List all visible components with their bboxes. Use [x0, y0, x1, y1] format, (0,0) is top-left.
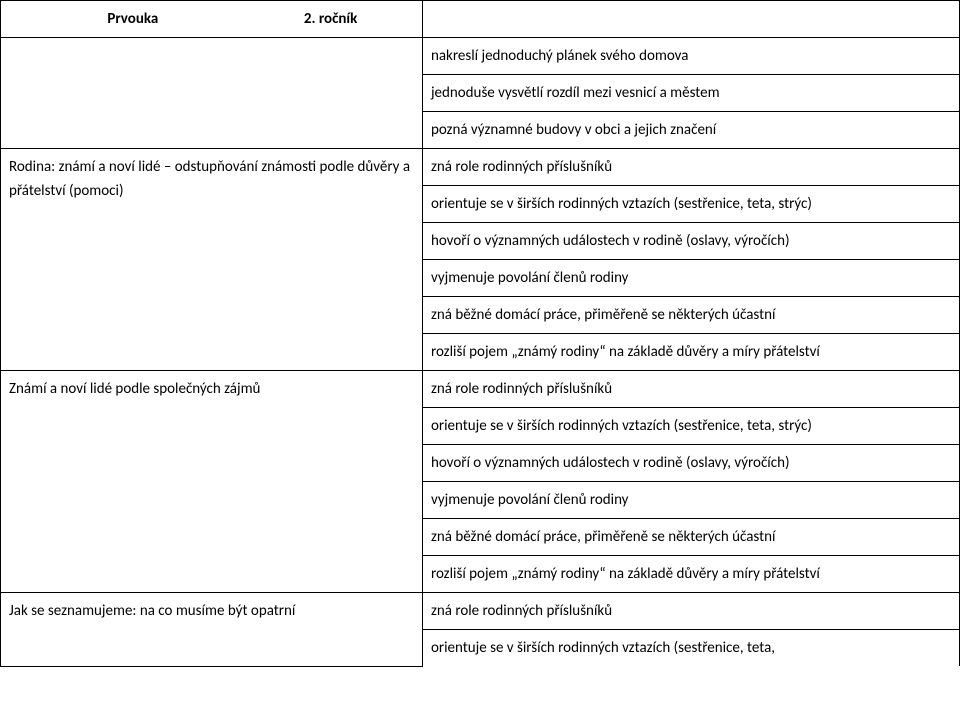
table-row: nakreslí jednoduchý plánek svého domova	[1, 38, 960, 75]
outcome-text: hovoří o významných událostech v rodině …	[431, 454, 790, 472]
outcome-text: vyjmenuje povolání členů rodiny	[431, 491, 629, 509]
outcome-text: orientuje se v širších rodinných vztazíc…	[431, 639, 775, 657]
outcome-text: pozná významné budovy v obci a jejich zn…	[431, 121, 716, 139]
right-cell: zná role rodinných příslušníků	[422, 371, 959, 408]
right-cell: vyjmenuje povolání členů rodiny	[422, 482, 959, 519]
header-row: Prvouka 2. ročník	[1, 1, 960, 38]
outcome-text: orientuje se v širších rodinných vztazíc…	[431, 417, 812, 435]
left-cell: Jak se seznamujeme: na co musíme být opa…	[1, 593, 423, 667]
right-cell: rozliší pojem „známý rodiny“ na základě …	[422, 334, 959, 371]
topic-text: Jak se seznamujeme: na co musíme být opa…	[9, 602, 295, 620]
outcome-text: hovoří o významných událostech v rodině …	[431, 232, 790, 250]
right-cell: rozliší pojem „známý rodiny“ na základě …	[422, 556, 959, 593]
header-left-cell: Prvouka 2. ročník	[1, 1, 423, 38]
outcome-text: vyjmenuje povolání členů rodiny	[431, 269, 629, 287]
right-cell: zná běžné domácí práce, přiměřeně se něk…	[422, 519, 959, 556]
table-row: Známí a noví lidé podle společných zájmů…	[1, 371, 960, 408]
left-cell: Rodina: známí a noví lidé – odstupňování…	[1, 149, 423, 371]
right-cell: zná běžné domácí práce, přiměřeně se něk…	[422, 297, 959, 334]
outcome-text: zná běžné domácí práce, přiměřeně se něk…	[431, 306, 776, 324]
left-cell: Známí a noví lidé podle společných zájmů	[1, 371, 423, 593]
subject-label: Prvouka	[15, 7, 250, 31]
table-row: Rodina: známí a noví lidé – odstupňování…	[1, 149, 960, 186]
right-cell: pozná významné budovy v obci a jejich zn…	[422, 112, 959, 149]
right-cell: vyjmenuje povolání členů rodiny	[422, 260, 959, 297]
right-cell: hovoří o významných událostech v rodině …	[422, 445, 959, 482]
outcome-text: rozliší pojem „známý rodiny“ na základě …	[431, 343, 820, 361]
right-cell: jednoduše vysvětlí rozdíl mezi vesnicí a…	[422, 75, 959, 112]
right-cell: orientuje se v širších rodinných vztazíc…	[422, 408, 959, 445]
outcome-text: zná běžné domácí práce, přiměřeně se něk…	[431, 528, 776, 546]
outcome-text: zná role rodinných příslušníků	[431, 380, 612, 398]
outcome-text: nakreslí jednoduchý plánek svého domova	[431, 47, 688, 65]
right-cell: zná role rodinných příslušníků	[422, 593, 959, 630]
topic-text: Rodina: známí a noví lidé – odstupňování…	[9, 158, 410, 200]
right-cell: zná role rodinných příslušníků	[422, 149, 959, 186]
right-cell: orientuje se v širších rodinných vztazíc…	[422, 630, 959, 667]
header-right-cell	[422, 1, 959, 38]
curriculum-table: Prvouka 2. ročník nakreslí jednoduchý pl…	[0, 0, 960, 667]
left-cell	[1, 38, 423, 149]
table-row: Jak se seznamujeme: na co musíme být opa…	[1, 593, 960, 630]
topic-text: Známí a noví lidé podle společných zájmů	[9, 380, 260, 398]
outcome-text: zná role rodinných příslušníků	[431, 602, 612, 620]
outcome-text: rozliší pojem „známý rodiny“ na základě …	[431, 565, 820, 583]
outcome-text: jednoduše vysvětlí rozdíl mezi vesnicí a…	[431, 84, 720, 102]
right-cell: hovoří o významných událostech v rodině …	[422, 223, 959, 260]
outcome-text: zná role rodinných příslušníků	[431, 158, 612, 176]
grade-label: 2. ročník	[254, 7, 408, 31]
outcome-text: orientuje se v širších rodinných vztazíc…	[431, 195, 812, 213]
right-cell: nakreslí jednoduchý plánek svého domova	[422, 38, 959, 75]
right-cell: orientuje se v širších rodinných vztazíc…	[422, 186, 959, 223]
